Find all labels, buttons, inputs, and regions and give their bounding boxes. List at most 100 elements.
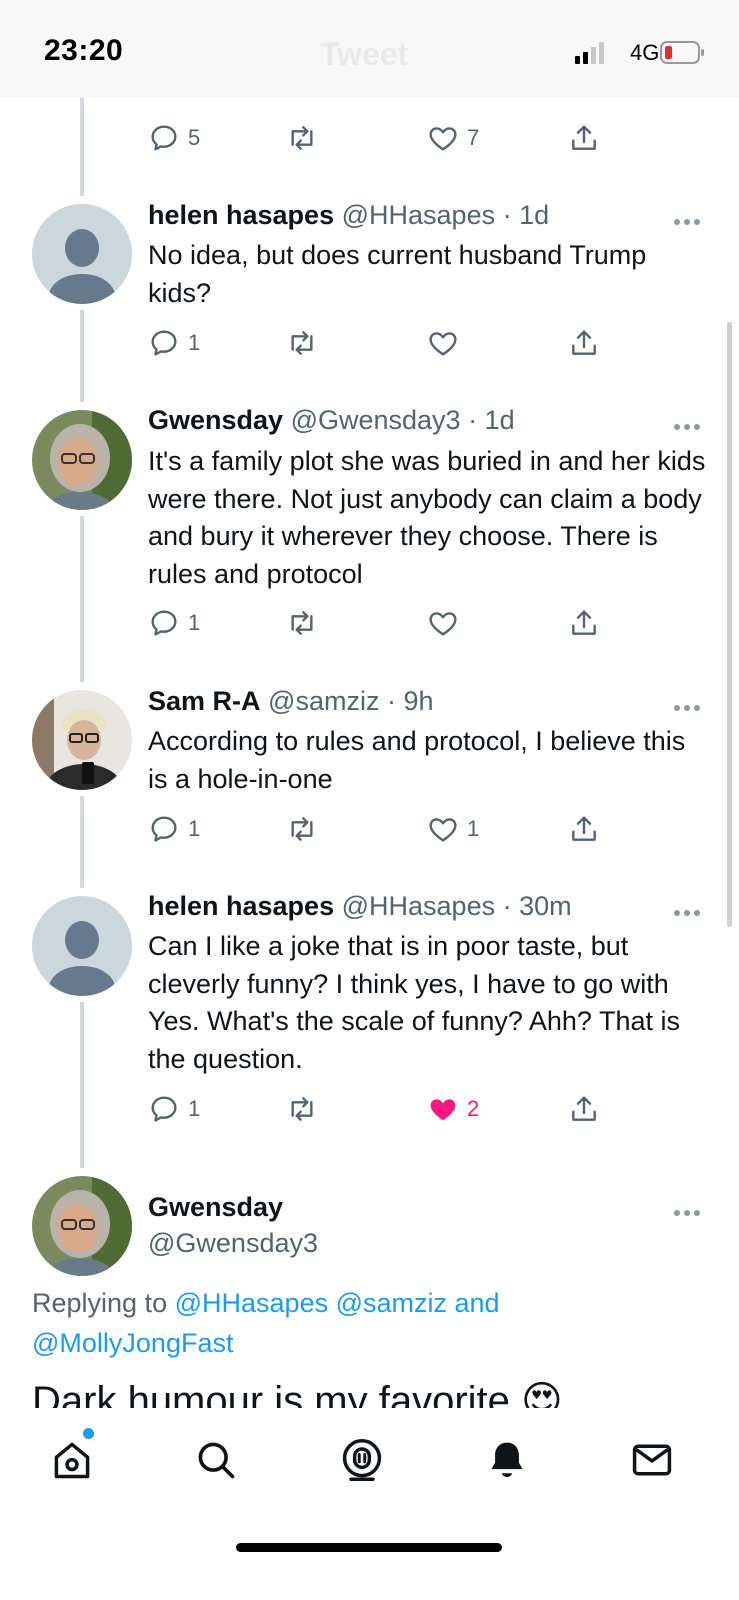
heart-icon bbox=[429, 127, 457, 151]
tab-messages[interactable] bbox=[630, 1438, 674, 1487]
retweet-button[interactable] bbox=[286, 1092, 318, 1126]
signal-icon bbox=[575, 42, 604, 64]
header-title: Tweet bbox=[320, 36, 409, 72]
share-button[interactable] bbox=[568, 121, 600, 155]
retweet-icon bbox=[291, 331, 313, 355]
reply-icon bbox=[151, 816, 177, 842]
network-type: 4G bbox=[630, 40, 660, 65]
avatar[interactable] bbox=[32, 690, 132, 790]
heart-icon bbox=[429, 612, 457, 636]
share-icon bbox=[572, 610, 596, 635]
tweet-text: According to rules and protocol, I belie… bbox=[148, 726, 686, 794]
retweet-button[interactable] bbox=[286, 812, 318, 846]
display-name[interactable]: Sam R-A bbox=[148, 686, 261, 716]
reply-count: 1 bbox=[188, 816, 201, 841]
reply-icon bbox=[151, 330, 177, 356]
avatar[interactable] bbox=[32, 1176, 132, 1276]
share-button[interactable] bbox=[568, 812, 600, 846]
default-avatar-icon bbox=[32, 896, 132, 996]
avatar[interactable] bbox=[32, 896, 132, 996]
more-options-button[interactable] bbox=[674, 1203, 706, 1216]
sam-photo-avatar bbox=[32, 690, 132, 790]
retweet-icon bbox=[291, 817, 313, 841]
like-button-liked[interactable]: 2 bbox=[427, 1092, 479, 1126]
handle-time: @HHasapes · 1d bbox=[341, 200, 550, 230]
tab-home[interactable] bbox=[50, 1428, 94, 1487]
like-button[interactable] bbox=[427, 606, 459, 640]
retweet-button[interactable] bbox=[286, 121, 318, 155]
thread-connector bbox=[80, 516, 84, 682]
thread-connector bbox=[80, 310, 84, 402]
reply-icon bbox=[151, 1096, 177, 1122]
more-options-button[interactable] bbox=[674, 698, 706, 711]
more-options-button[interactable] bbox=[674, 212, 706, 225]
retweet-button[interactable] bbox=[286, 326, 318, 360]
share-icon bbox=[572, 330, 596, 355]
display-name[interactable]: helen hasapes bbox=[148, 891, 334, 921]
home-icon bbox=[54, 1442, 90, 1479]
handle-time: @samziz · 9h bbox=[268, 686, 434, 716]
reply-button[interactable]: 1 bbox=[148, 812, 200, 846]
reply-button[interactable]: 1 bbox=[148, 1092, 200, 1126]
like-count: 2 bbox=[467, 1096, 480, 1121]
tab-notifications[interactable] bbox=[485, 1438, 529, 1487]
replying-to: Replying to @HHasapes @samziz and bbox=[32, 1288, 500, 1319]
replying-to-mention[interactable]: @MollyJongFast bbox=[32, 1328, 233, 1359]
status-time: 23:20 bbox=[44, 34, 124, 67]
gwensday-photo-avatar bbox=[32, 1176, 132, 1276]
heart-filled-icon bbox=[430, 1099, 456, 1121]
tweet-text: It's a family plot she was buried in and… bbox=[148, 446, 706, 589]
share-button[interactable] bbox=[568, 606, 600, 640]
share-icon bbox=[572, 125, 596, 150]
tweet-header: Gwensday @Gwensday3 · 1d bbox=[148, 405, 515, 436]
battery-icon bbox=[660, 41, 704, 64]
tweet-header: helen hasapes @HHasapes · 30m bbox=[148, 891, 572, 922]
avatar[interactable] bbox=[32, 204, 132, 304]
like-button[interactable]: 7 bbox=[427, 121, 479, 155]
tab-spaces[interactable] bbox=[340, 1436, 384, 1489]
heart-icon bbox=[429, 332, 457, 356]
thread-connector bbox=[80, 796, 84, 888]
status-bar: 23:20 Tweet 4G bbox=[0, 0, 739, 98]
display-name[interactable]: helen hasapes bbox=[148, 200, 334, 230]
share-icon bbox=[572, 816, 596, 841]
replying-to-mentions[interactable]: @HHasapes @samziz and bbox=[175, 1288, 500, 1318]
handle[interactable]: @Gwensday3 bbox=[148, 1228, 318, 1259]
tweet-header: Sam R-A @samziz · 9h bbox=[148, 686, 434, 717]
spaces-icon bbox=[342, 1439, 382, 1481]
tweet-header: helen hasapes @HHasapes · 1d bbox=[148, 200, 549, 231]
reply-count: 5 bbox=[188, 125, 201, 150]
more-options-button[interactable] bbox=[674, 903, 706, 916]
reply-button[interactable]: 1 bbox=[148, 326, 200, 360]
notification-dot bbox=[83, 1428, 94, 1439]
like-button[interactable]: 1 bbox=[427, 812, 479, 846]
messages-mail-icon bbox=[632, 1444, 672, 1476]
share-icon bbox=[572, 1096, 596, 1121]
replying-to-label: Replying to bbox=[32, 1288, 168, 1318]
display-name[interactable]: Gwensday bbox=[148, 405, 283, 435]
retweet-icon bbox=[291, 611, 313, 635]
retweet-icon bbox=[291, 1097, 313, 1121]
scrollbar[interactable] bbox=[727, 322, 732, 927]
tweet-text: Can I like a joke that is in poor taste,… bbox=[148, 931, 680, 1074]
gwensday-photo-avatar bbox=[32, 410, 132, 510]
share-button[interactable] bbox=[568, 1092, 600, 1126]
share-button[interactable] bbox=[568, 326, 600, 360]
display-name[interactable]: Gwensday bbox=[148, 1192, 283, 1223]
retweet-button[interactable] bbox=[286, 606, 318, 640]
home-indicator[interactable] bbox=[236, 1543, 502, 1552]
more-options-button[interactable] bbox=[674, 417, 706, 430]
like-button[interactable] bbox=[427, 326, 459, 360]
tab-search[interactable] bbox=[194, 1438, 238, 1487]
default-avatar-icon bbox=[32, 204, 132, 304]
like-count: 1 bbox=[467, 816, 480, 841]
reply-button[interactable]: 1 bbox=[148, 606, 200, 640]
reply-count: 1 bbox=[188, 1096, 201, 1121]
reply-icon bbox=[151, 610, 177, 636]
thread-connector bbox=[80, 96, 84, 196]
heart-icon bbox=[429, 818, 457, 842]
reply-button[interactable]: 5 bbox=[148, 121, 200, 155]
reply-count: 1 bbox=[188, 610, 201, 635]
avatar[interactable] bbox=[32, 410, 132, 510]
notifications-bell-icon bbox=[491, 1442, 523, 1478]
